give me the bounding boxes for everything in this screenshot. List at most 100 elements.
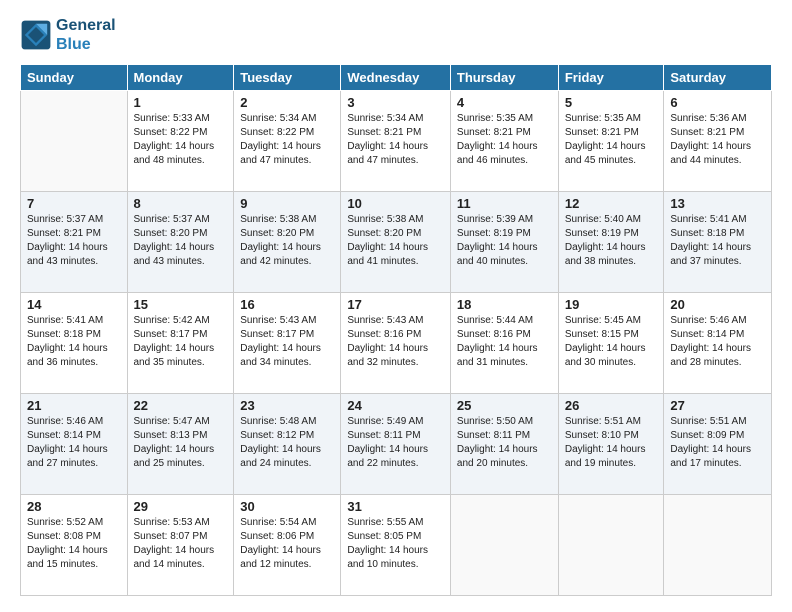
logo-text: General Blue — [56, 16, 116, 54]
day-number: 2 — [240, 95, 334, 110]
day-info: Sunrise: 5:34 AM Sunset: 8:22 PM Dayligh… — [240, 112, 334, 168]
day-info: Sunrise: 5:48 AM Sunset: 8:12 PM Dayligh… — [240, 415, 334, 471]
calendar-table: SundayMondayTuesdayWednesdayThursdayFrid… — [20, 64, 772, 596]
calendar-week-row: 21 Sunrise: 5:46 AM Sunset: 8:14 PM Dayli… — [21, 394, 772, 495]
calendar-page: General Blue SundayMondayTuesdayWednesda… — [0, 0, 792, 612]
calendar-week-row: 7 Sunrise: 5:37 AM Sunset: 8:21 PM Daylig… — [21, 192, 772, 293]
calendar-cell: 28 Sunrise: 5:52 AM Sunset: 8:08 PM Dayli… — [21, 495, 128, 596]
day-number: 23 — [240, 398, 334, 413]
calendar-cell: 31Sunrise: 5:55 AM Sunset: 8:05 PM Dayli… — [341, 495, 451, 596]
day-info: Sunrise: 5:45 AM Sunset: 8:15 PM Dayligh… — [565, 314, 658, 370]
day-number: 17 — [347, 297, 444, 312]
col-header-friday: Friday — [558, 65, 664, 91]
day-info: Sunrise: 5:37 AM Sunset: 8:21 PM Dayligh… — [27, 213, 121, 269]
day-number: 25 — [457, 398, 552, 413]
calendar-week-row: 1Sunrise: 5:33 AM Sunset: 8:22 PM Daylig… — [21, 91, 772, 192]
day-number: 6 — [670, 95, 765, 110]
day-number: 30 — [240, 499, 334, 514]
calendar-cell: 15 Sunrise: 5:42 AM Sunset: 8:17 PM Dayli… — [127, 293, 234, 394]
calendar-cell — [450, 495, 558, 596]
day-number: 26 — [565, 398, 658, 413]
day-info: Sunrise: 5:36 AM Sunset: 8:21 PM Dayligh… — [670, 112, 765, 168]
calendar-cell — [558, 495, 664, 596]
day-info: Sunrise: 5:34 AM Sunset: 8:21 PM Dayligh… — [347, 112, 444, 168]
col-header-thursday: Thursday — [450, 65, 558, 91]
calendar-cell — [664, 495, 772, 596]
day-info: Sunrise: 5:39 AM Sunset: 8:19 PM Dayligh… — [457, 213, 552, 269]
day-info: Sunrise: 5:35 AM Sunset: 8:21 PM Dayligh… — [565, 112, 658, 168]
day-info: Sunrise: 5:54 AM Sunset: 8:06 PM Dayligh… — [240, 516, 334, 572]
calendar-cell: 12 Sunrise: 5:40 AM Sunset: 8:19 PM Dayli… — [558, 192, 664, 293]
day-info: Sunrise: 5:41 AM Sunset: 8:18 PM Dayligh… — [670, 213, 765, 269]
day-number: 12 — [565, 196, 658, 211]
day-number: 27 — [670, 398, 765, 413]
calendar-cell: 16 Sunrise: 5:43 AM Sunset: 8:17 PM Dayli… — [234, 293, 341, 394]
col-header-sunday: Sunday — [21, 65, 128, 91]
calendar-cell: 14 Sunrise: 5:41 AM Sunset: 8:18 PM Dayli… — [21, 293, 128, 394]
logo-icon — [20, 19, 52, 51]
calendar-cell: 1Sunrise: 5:33 AM Sunset: 8:22 PM Daylig… — [127, 91, 234, 192]
calendar-cell: 4 Sunrise: 5:35 AM Sunset: 8:21 PM Daylig… — [450, 91, 558, 192]
calendar-cell: 27 Sunrise: 5:51 AM Sunset: 8:09 PM Dayli… — [664, 394, 772, 495]
day-info: Sunrise: 5:35 AM Sunset: 8:21 PM Dayligh… — [457, 112, 552, 168]
day-info: Sunrise: 5:43 AM Sunset: 8:17 PM Dayligh… — [240, 314, 334, 370]
calendar-cell: 22 Sunrise: 5:47 AM Sunset: 8:13 PM Dayli… — [127, 394, 234, 495]
calendar-cell: 10 Sunrise: 5:38 AM Sunset: 8:20 PM Dayli… — [341, 192, 451, 293]
day-number: 19 — [565, 297, 658, 312]
calendar-cell: 9Sunrise: 5:38 AM Sunset: 8:20 PM Daylig… — [234, 192, 341, 293]
day-number: 1 — [134, 95, 228, 110]
calendar-cell: 7 Sunrise: 5:37 AM Sunset: 8:21 PM Daylig… — [21, 192, 128, 293]
day-info: Sunrise: 5:37 AM Sunset: 8:20 PM Dayligh… — [134, 213, 228, 269]
day-number: 13 — [670, 196, 765, 211]
calendar-cell: 11Sunrise: 5:39 AM Sunset: 8:19 PM Dayli… — [450, 192, 558, 293]
day-number: 24 — [347, 398, 444, 413]
logo: General Blue — [20, 16, 116, 54]
day-number: 5 — [565, 95, 658, 110]
day-number: 16 — [240, 297, 334, 312]
calendar-cell: 19 Sunrise: 5:45 AM Sunset: 8:15 PM Dayli… — [558, 293, 664, 394]
calendar-cell: 20Sunrise: 5:46 AM Sunset: 8:14 PM Dayli… — [664, 293, 772, 394]
day-number: 14 — [27, 297, 121, 312]
calendar-cell: 5 Sunrise: 5:35 AM Sunset: 8:21 PM Daylig… — [558, 91, 664, 192]
calendar-cell: 2 Sunrise: 5:34 AM Sunset: 8:22 PM Daylig… — [234, 91, 341, 192]
calendar-cell: 26Sunrise: 5:51 AM Sunset: 8:10 PM Dayli… — [558, 394, 664, 495]
calendar-cell: 13 Sunrise: 5:41 AM Sunset: 8:18 PM Dayli… — [664, 192, 772, 293]
calendar-cell: 23 Sunrise: 5:48 AM Sunset: 8:12 PM Dayli… — [234, 394, 341, 495]
day-info: Sunrise: 5:50 AM Sunset: 8:11 PM Dayligh… — [457, 415, 552, 471]
calendar-cell: 30 Sunrise: 5:54 AM Sunset: 8:06 PM Dayli… — [234, 495, 341, 596]
col-header-tuesday: Tuesday — [234, 65, 341, 91]
day-info: Sunrise: 5:40 AM Sunset: 8:19 PM Dayligh… — [565, 213, 658, 269]
calendar-cell: 29Sunrise: 5:53 AM Sunset: 8:07 PM Dayli… — [127, 495, 234, 596]
day-info: Sunrise: 5:52 AM Sunset: 8:08 PM Dayligh… — [27, 516, 121, 572]
day-number: 10 — [347, 196, 444, 211]
day-number: 4 — [457, 95, 552, 110]
day-info: Sunrise: 5:46 AM Sunset: 8:14 PM Dayligh… — [670, 314, 765, 370]
day-number: 28 — [27, 499, 121, 514]
day-info: Sunrise: 5:46 AM Sunset: 8:14 PM Dayligh… — [27, 415, 121, 471]
calendar-week-row: 28 Sunrise: 5:52 AM Sunset: 8:08 PM Dayli… — [21, 495, 772, 596]
day-number: 7 — [27, 196, 121, 211]
calendar-cell: 24 Sunrise: 5:49 AM Sunset: 8:11 PM Dayli… — [341, 394, 451, 495]
calendar-cell: 17Sunrise: 5:43 AM Sunset: 8:16 PM Dayli… — [341, 293, 451, 394]
day-info: Sunrise: 5:51 AM Sunset: 8:09 PM Dayligh… — [670, 415, 765, 471]
col-header-wednesday: Wednesday — [341, 65, 451, 91]
calendar-header-row: SundayMondayTuesdayWednesdayThursdayFrid… — [21, 65, 772, 91]
day-number: 31 — [347, 499, 444, 514]
day-number: 15 — [134, 297, 228, 312]
day-number: 3 — [347, 95, 444, 110]
day-number: 21 — [27, 398, 121, 413]
day-info: Sunrise: 5:47 AM Sunset: 8:13 PM Dayligh… — [134, 415, 228, 471]
day-info: Sunrise: 5:49 AM Sunset: 8:11 PM Dayligh… — [347, 415, 444, 471]
col-header-monday: Monday — [127, 65, 234, 91]
day-info: Sunrise: 5:41 AM Sunset: 8:18 PM Dayligh… — [27, 314, 121, 370]
col-header-saturday: Saturday — [664, 65, 772, 91]
calendar-cell — [21, 91, 128, 192]
calendar-week-row: 14 Sunrise: 5:41 AM Sunset: 8:18 PM Dayli… — [21, 293, 772, 394]
calendar-cell: 3 Sunrise: 5:34 AM Sunset: 8:21 PM Daylig… — [341, 91, 451, 192]
day-number: 22 — [134, 398, 228, 413]
day-info: Sunrise: 5:38 AM Sunset: 8:20 PM Dayligh… — [347, 213, 444, 269]
day-info: Sunrise: 5:38 AM Sunset: 8:20 PM Dayligh… — [240, 213, 334, 269]
calendar-cell: 21 Sunrise: 5:46 AM Sunset: 8:14 PM Dayli… — [21, 394, 128, 495]
day-number: 29 — [134, 499, 228, 514]
day-info: Sunrise: 5:42 AM Sunset: 8:17 PM Dayligh… — [134, 314, 228, 370]
